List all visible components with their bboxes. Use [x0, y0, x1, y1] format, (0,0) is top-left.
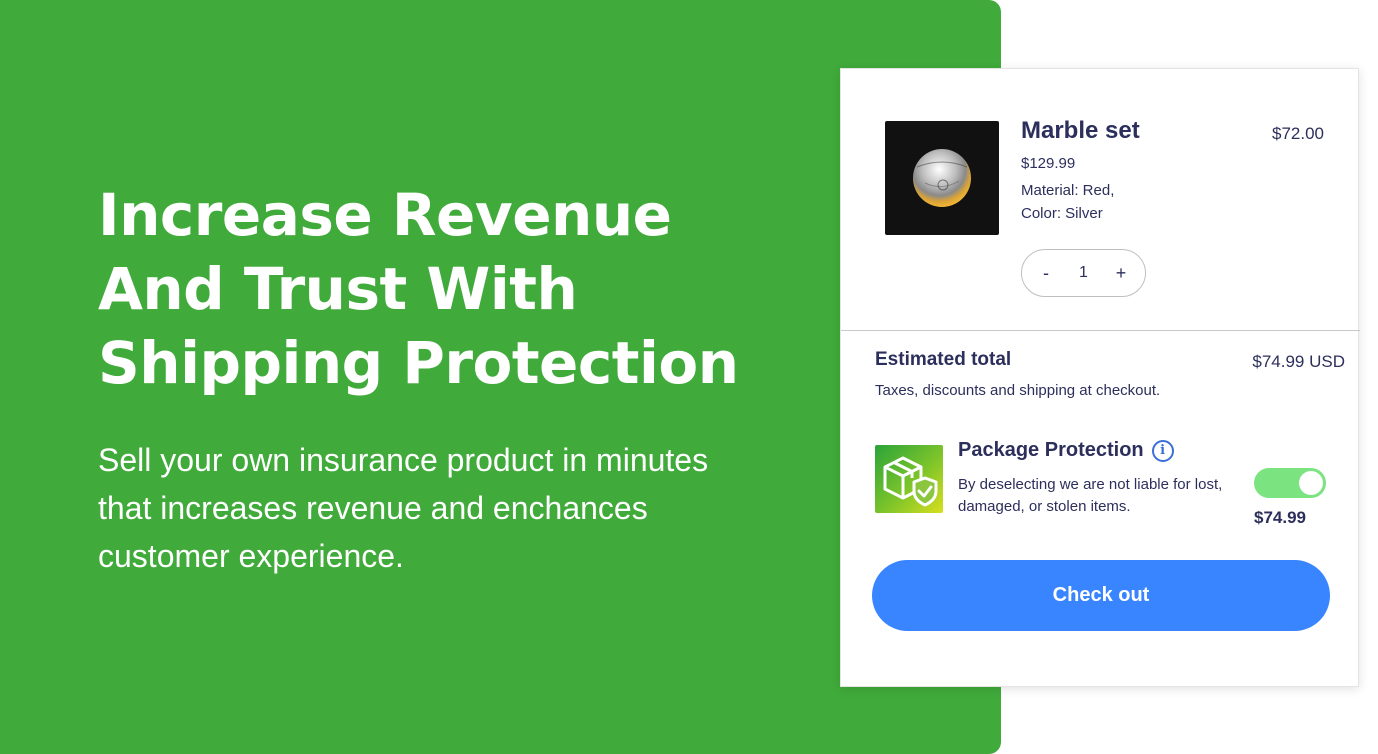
estimated-total-value: $74.99 USD — [1252, 352, 1345, 371]
hero-subtext: Sell your own insurance product in minut… — [98, 436, 818, 580]
subtext-line-2: that increases revenue and enchances — [98, 490, 648, 526]
package-protection-label: Package Protection — [958, 439, 1144, 461]
hero-headline: Increase Revenue And Trust With Shipping… — [98, 178, 818, 400]
cart-drawer: Marble set $129.99 Material: Red, Color:… — [840, 68, 1360, 687]
checkout-button[interactable]: Check out — [872, 560, 1330, 631]
subtext-line-3: customer experience. — [98, 538, 404, 574]
info-icon[interactable]: i — [1151, 439, 1174, 462]
product-material: Material: Red, — [1021, 182, 1115, 199]
quantity-value[interactable]: 1 — [1079, 264, 1088, 282]
toggle-knob — [1299, 471, 1323, 495]
marble-ball-image — [913, 149, 971, 207]
headline-line-3: Shipping Protection — [98, 329, 739, 397]
product-variant: Material: Red, Color: Silver — [1021, 179, 1114, 225]
quantity-stepper: - 1 + — [1021, 249, 1146, 297]
product-name[interactable]: Marble set — [1021, 117, 1140, 145]
product-price: $72.00 — [1272, 124, 1324, 143]
product-color: Color: Silver — [1021, 205, 1103, 222]
divider — [841, 330, 1360, 331]
decrement-button[interactable]: - — [1038, 263, 1054, 284]
checkout-note: Taxes, discounts and shipping at checkou… — [875, 382, 1161, 399]
package-protection-title: Package Protection i — [958, 439, 1174, 462]
headline-line-1: Increase Revenue — [98, 181, 672, 249]
product-compare-price: $129.99 — [1021, 155, 1076, 172]
increment-button[interactable]: + — [1113, 263, 1129, 284]
protection-toggle[interactable] — [1254, 468, 1326, 498]
product-image — [885, 121, 999, 235]
package-protection-description: By deselecting we are not liable for los… — [958, 476, 1223, 515]
estimated-total-label: Estimated total — [875, 349, 1012, 370]
package-shield-icon — [875, 445, 943, 513]
protection-price: $74.99 — [1254, 508, 1306, 527]
subtext-line-1: Sell your own insurance product in minut… — [98, 442, 709, 478]
headline-line-2: And Trust With — [98, 255, 578, 323]
